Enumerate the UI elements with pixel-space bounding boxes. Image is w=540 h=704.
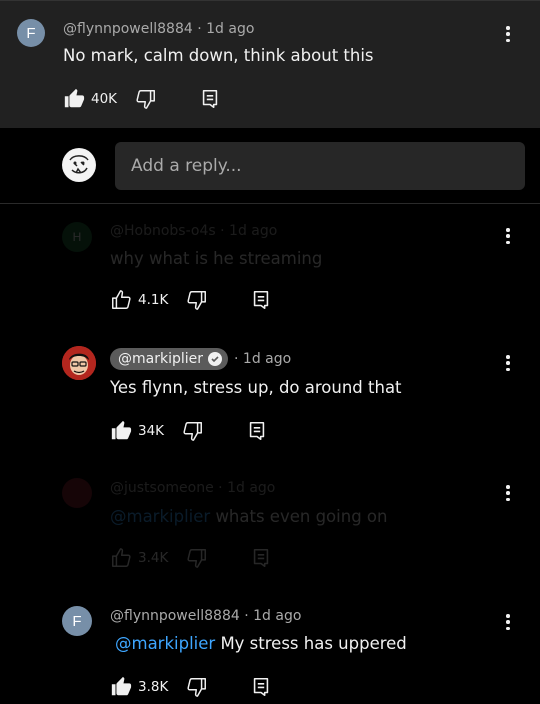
separator: ·	[197, 21, 202, 37]
markiplier-avatar-image	[62, 346, 96, 380]
reply-input[interactable]: Add a reply...	[115, 142, 525, 190]
thumb-up-icon	[110, 420, 132, 442]
comment-actions: 40K	[63, 88, 221, 110]
like-button[interactable]: 34K	[110, 420, 164, 442]
more-vert-icon[interactable]	[500, 612, 516, 632]
dislike-button[interactable]	[135, 88, 157, 110]
avatar[interactable]	[62, 346, 96, 380]
reply-age: 1d ago	[227, 480, 276, 496]
more-vert-icon[interactable]	[500, 483, 516, 503]
reply-button[interactable]	[250, 676, 272, 698]
reply-button[interactable]	[246, 420, 268, 442]
more-vert-icon[interactable]	[500, 353, 516, 373]
like-count: 34K	[138, 423, 165, 439]
dislike-button[interactable]	[182, 420, 204, 442]
reply-age: 1d ago	[242, 351, 292, 367]
avatar[interactable]: H	[62, 222, 92, 252]
dislike-button[interactable]	[186, 676, 208, 698]
reply-button[interactable]	[250, 547, 272, 569]
reply-actions: 3.4K	[110, 547, 272, 569]
reply-actions: 3.8K	[110, 676, 272, 698]
separator: ·	[220, 223, 225, 239]
thumb-down-icon	[186, 289, 208, 311]
dislike-button[interactable]	[186, 289, 208, 311]
reply-text: @markiplier whats even going on	[110, 507, 387, 526]
reply-age: 1d ago	[253, 608, 302, 624]
like-count: 40K	[91, 91, 118, 107]
thumb-down-icon	[186, 676, 208, 698]
reply-meta: @Hobnobs-o4s · 1d ago	[110, 223, 277, 239]
channel-owner-badge[interactable]: @markiplier	[110, 348, 229, 370]
avatar[interactable]: F	[62, 606, 92, 636]
top-comment-card: F @flynnpowell8884 · 1d ago No mark, cal…	[0, 0, 540, 128]
like-count: 3.8K	[138, 679, 169, 695]
more-vert-icon[interactable]	[500, 24, 516, 44]
avatar-letter: F	[26, 24, 36, 42]
reply-body: whats even going on	[215, 507, 388, 526]
thumb-down-icon	[186, 547, 208, 569]
like-button[interactable]: 3.8K	[110, 676, 168, 698]
reply-actions: 4.1K	[110, 289, 272, 311]
reply-author[interactable]: @justsomeone	[110, 480, 214, 496]
like-count: 3.4K	[138, 550, 169, 566]
reply-icon	[246, 420, 268, 442]
reply-meta: @flynnpowell8884 · 1d ago	[110, 608, 301, 624]
avatar	[62, 148, 96, 182]
separator: ·	[218, 480, 223, 496]
reply-icon	[250, 547, 272, 569]
mention-link[interactable]: @markiplier	[110, 507, 210, 526]
reply-meta: · 1d ago	[234, 351, 291, 367]
thumb-down-icon	[135, 88, 157, 110]
separator: ·	[244, 608, 249, 624]
dislike-button[interactable]	[186, 547, 208, 569]
thumb-down-icon	[182, 420, 204, 442]
comment-author[interactable]: @flynnpowell8884	[63, 21, 193, 37]
reply-meta: @justsomeone · 1d ago	[110, 480, 275, 496]
reply-actions: 34K	[110, 420, 268, 442]
thumb-up-icon	[110, 289, 132, 311]
thumb-up-icon	[63, 88, 85, 110]
reply-button[interactable]	[250, 289, 272, 311]
reply-icon	[250, 676, 272, 698]
reply-text: @markiplier My stress has uppered	[115, 634, 407, 653]
like-button[interactable]: 4.1K	[110, 289, 168, 311]
avatar-letter: F	[72, 612, 82, 630]
doodle-avatar-image	[63, 149, 95, 181]
comment-meta: @flynnpowell8884 · 1d ago	[63, 21, 254, 37]
thumb-up-icon	[110, 676, 132, 698]
like-button[interactable]: 40K	[63, 88, 117, 110]
reply-text: Yes flynn, stress up, do around that	[110, 378, 402, 397]
reply-text: why what is he streaming	[110, 249, 323, 268]
reply-icon	[199, 88, 221, 110]
mention-link[interactable]: @markiplier	[115, 634, 215, 653]
thumb-up-icon	[110, 547, 132, 569]
reply-button[interactable]	[199, 88, 221, 110]
avatar[interactable]	[62, 478, 92, 508]
reply-author[interactable]: @Hobnobs-o4s	[110, 223, 216, 239]
avatar[interactable]: F	[17, 19, 45, 47]
reply-author: @markiplier	[118, 351, 204, 367]
avatar-letter: H	[72, 230, 82, 244]
reply-body: My stress has uppered	[220, 634, 407, 653]
like-button[interactable]: 3.4K	[110, 547, 168, 569]
reply-age: 1d ago	[229, 223, 278, 239]
like-count: 4.1K	[138, 292, 169, 308]
verified-check-icon	[208, 352, 223, 366]
more-vert-icon[interactable]	[500, 226, 516, 246]
comment-age: 1d ago	[206, 21, 255, 37]
reply-author[interactable]: @flynnpowell8884	[110, 608, 240, 624]
reply-icon	[250, 289, 272, 311]
comment-text: No mark, calm down, think about this	[63, 46, 374, 65]
separator: ·	[234, 351, 239, 367]
